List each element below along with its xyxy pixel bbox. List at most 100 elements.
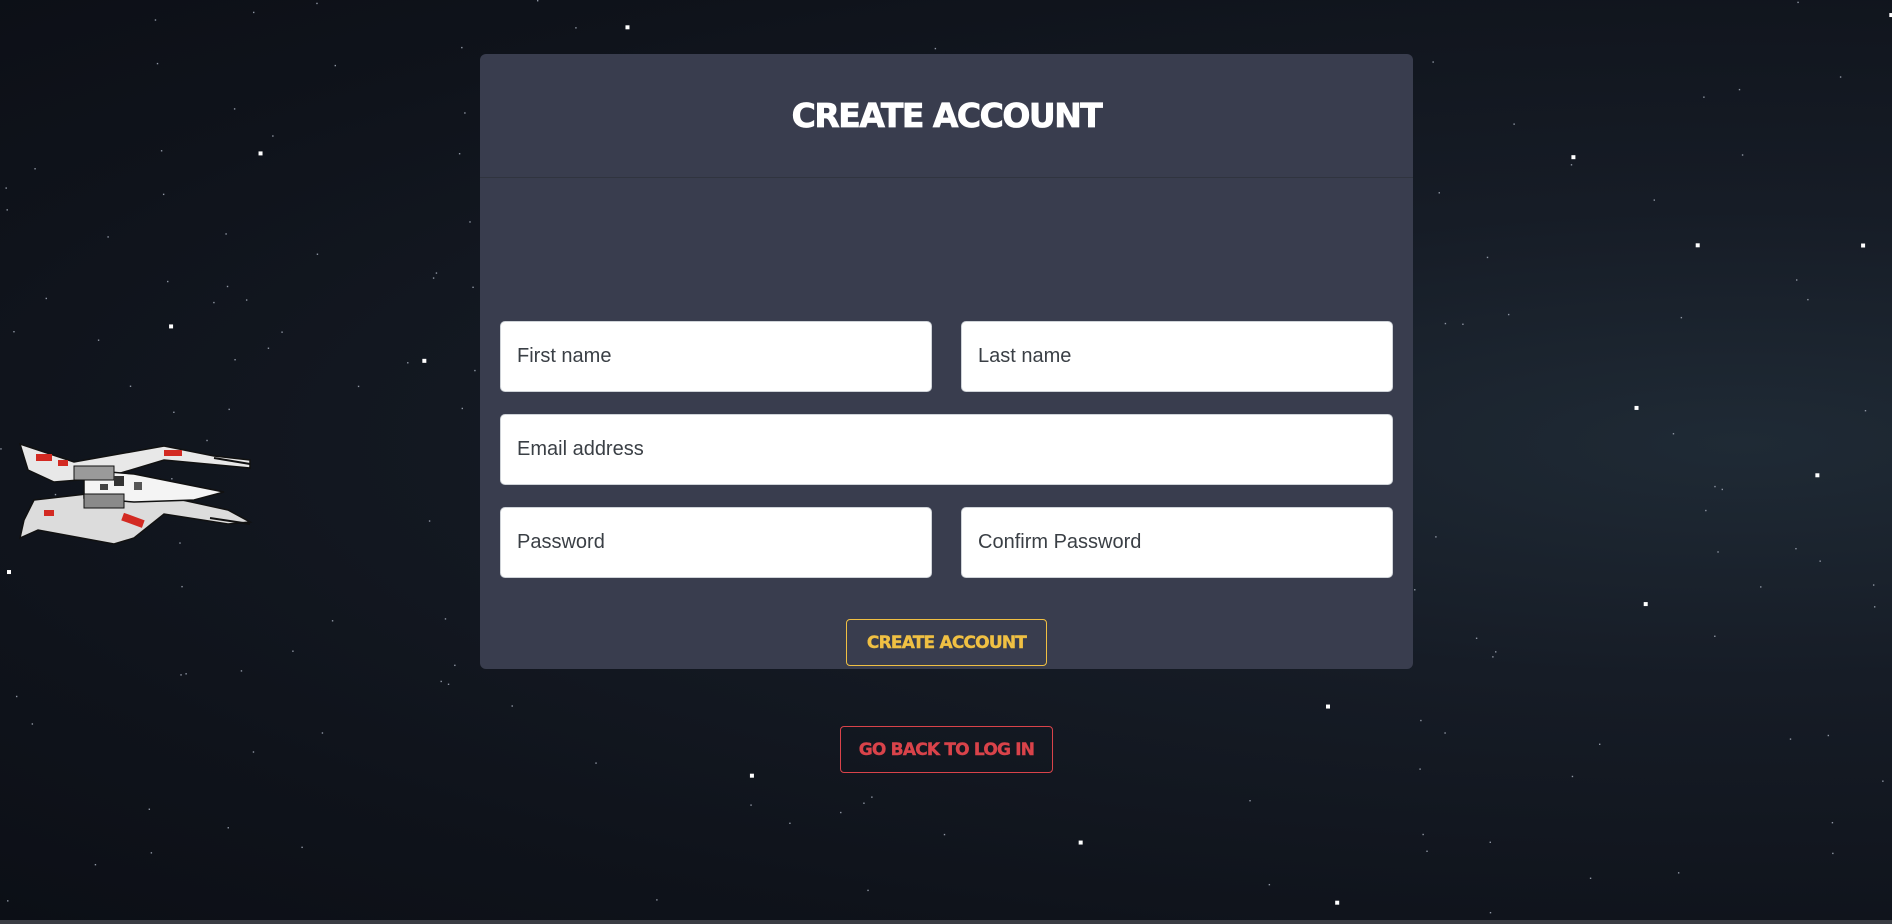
star — [871, 796, 873, 798]
star — [1643, 602, 1648, 607]
page-title: CREATE ACCOUNT — [791, 96, 1103, 136]
password-field[interactable] — [500, 507, 932, 578]
star — [1714, 485, 1716, 488]
star — [31, 723, 34, 725]
star — [1634, 405, 1639, 410]
star — [1789, 738, 1792, 740]
star — [45, 297, 47, 300]
star — [1475, 637, 1478, 639]
star — [1717, 551, 1719, 553]
email-field[interactable] — [500, 414, 1393, 485]
star — [169, 324, 174, 329]
star — [840, 811, 842, 814]
star — [213, 301, 215, 304]
star — [6, 570, 11, 575]
last-name-field[interactable] — [961, 321, 1393, 392]
star — [1325, 704, 1330, 709]
star — [316, 2, 318, 5]
star — [656, 899, 658, 901]
star — [167, 280, 169, 283]
star — [233, 108, 236, 110]
star — [422, 358, 427, 363]
star — [511, 705, 513, 707]
star — [440, 680, 442, 683]
star — [1438, 192, 1440, 194]
star — [281, 331, 283, 333]
star — [160, 150, 163, 152]
star — [34, 168, 36, 170]
star — [1419, 768, 1421, 770]
star — [1335, 900, 1340, 905]
star — [94, 863, 97, 866]
star — [258, 151, 263, 156]
star — [1495, 651, 1497, 653]
star — [6, 209, 8, 211]
star — [1571, 155, 1576, 160]
confirm-password-field[interactable] — [961, 507, 1393, 578]
create-account-button[interactable]: CREATE ACCOUNT — [846, 619, 1047, 666]
star — [1705, 509, 1707, 512]
star — [0, 448, 2, 450]
star — [469, 221, 471, 223]
star — [1819, 560, 1821, 562]
star — [1435, 536, 1437, 538]
star — [454, 664, 456, 667]
star — [156, 62, 159, 65]
star — [1796, 279, 1798, 281]
star — [1861, 243, 1866, 248]
star — [1795, 547, 1797, 550]
star — [7, 900, 9, 902]
star — [464, 112, 466, 114]
star — [1703, 96, 1705, 98]
create-account-card: CREATE ACCOUNT CREATE ACCOUNT GO BACK TO… — [480, 54, 1413, 773]
star — [1492, 656, 1494, 658]
star — [245, 299, 248, 301]
star — [225, 233, 227, 235]
star — [1695, 243, 1700, 248]
star — [1589, 877, 1592, 879]
star — [435, 272, 438, 274]
star — [407, 362, 409, 364]
star — [227, 827, 229, 829]
star — [1680, 316, 1683, 319]
star — [1570, 164, 1573, 166]
star — [461, 407, 464, 410]
star — [252, 751, 255, 753]
star — [1489, 911, 1492, 914]
star — [1672, 433, 1675, 435]
star — [226, 285, 229, 288]
star — [185, 673, 187, 675]
star — [1489, 841, 1491, 843]
star — [1513, 123, 1515, 125]
star — [1268, 883, 1271, 886]
star — [253, 11, 255, 14]
star — [1677, 872, 1680, 874]
star — [331, 620, 334, 622]
star — [1760, 586, 1762, 588]
first-name-field[interactable] — [500, 321, 932, 392]
star — [1872, 584, 1875, 586]
star — [267, 347, 270, 349]
star — [181, 585, 183, 588]
star — [1807, 298, 1809, 301]
star — [13, 331, 15, 333]
star — [334, 64, 336, 67]
star — [595, 762, 597, 764]
star — [1832, 852, 1834, 855]
back-to-login-button[interactable]: GO BACK TO LOG IN — [840, 726, 1053, 773]
star — [458, 153, 461, 155]
star — [1873, 606, 1876, 608]
star — [1738, 88, 1741, 91]
star — [1815, 473, 1820, 478]
star — [1721, 488, 1723, 491]
star — [749, 773, 754, 778]
star — [428, 520, 431, 522]
star — [1797, 1, 1799, 4]
star — [474, 369, 476, 372]
star — [1444, 322, 1447, 325]
star — [150, 852, 153, 854]
star — [321, 732, 324, 734]
star — [148, 808, 151, 810]
card-header: CREATE ACCOUNT — [480, 54, 1413, 178]
star — [750, 804, 752, 806]
